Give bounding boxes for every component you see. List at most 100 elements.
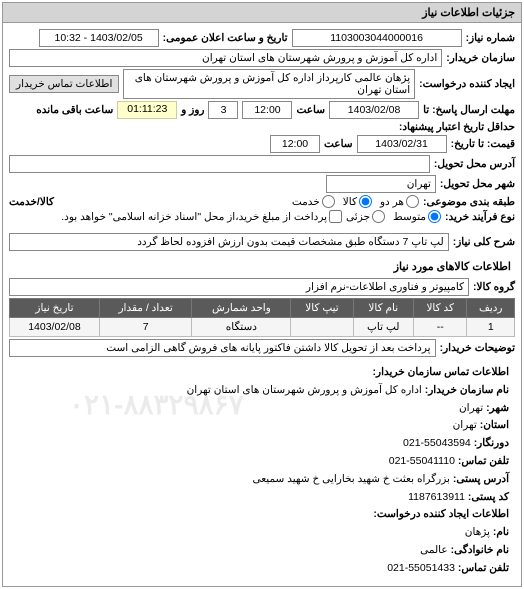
contact-postcode-label: کد پستی: — [468, 491, 509, 503]
creator-phone-line: تلفن تماس: 55051433-021 — [15, 560, 509, 577]
goods-section-title: اطلاعات کالاهای مورد نیاز — [9, 257, 515, 276]
row-buyer-org: سازمان خریدار: اداره کل آموزش و پرورش شه… — [9, 49, 515, 67]
creator-family-value: عالمی — [420, 544, 448, 556]
contact-city-label: شهر: — [486, 402, 509, 414]
contact-block: ۰۲۱-۸۸۳۲۹۸۶۷ اطلاعات تماس سازمان خریدار:… — [9, 359, 515, 582]
contact-postal-line: آدرس پستی: بزرگراه بعثت خ شهید بخارایی خ… — [15, 471, 509, 488]
payment-checkbox[interactable]: پرداخت از مبلغ خرید،از محل "اسناد خزانه … — [61, 210, 342, 223]
classification-radios: هر دو کالا خدمت — [292, 195, 419, 208]
radio-mid-label: متوسط — [393, 211, 426, 223]
contact-phone-value: 55041110-021 — [389, 455, 455, 467]
row-requester: ایجاد کننده درخواست: پژهان عالمی کارپردا… — [9, 69, 515, 99]
buyer-org-label: سازمان خریدار: — [446, 52, 515, 64]
reply-deadline-label: مهلت ارسال پاسخ: تا — [423, 104, 515, 116]
creator-phone-label: تلفن تماس: — [458, 562, 509, 574]
creator-section-title: اطلاعات ایجاد کننده درخواست: — [15, 506, 509, 523]
delivery-addr-label: آدرس محل تحویل: — [434, 158, 515, 170]
radio-small[interactable]: جزئی — [346, 210, 385, 223]
creator-name-line: نام: پژهان — [15, 524, 509, 541]
desc-value: لپ تاپ 7 دستگاه طبق مشخصات قیمت بدون ارز… — [9, 233, 449, 251]
contact-postcode-line: کد پستی: 1187613911 — [15, 489, 509, 506]
contact-postcode-value: 1187613911 — [408, 491, 465, 503]
contact-info-button[interactable]: اطلاعات تماس خریدار — [9, 75, 119, 93]
classification-label: طبقه بندی موضوعی: — [423, 196, 515, 208]
row-price-until: قیمت: تا تاریخ: 1403/02/31 ساعت 12:00 — [9, 135, 515, 153]
price-type-label: نوع فرآیند خرید: — [445, 211, 515, 223]
contact-postal-value: بزرگراه بعثت خ شهید بخارایی خ شهید سمیعی — [252, 473, 450, 485]
announce-datetime-label: تاریخ و ساعت اعلان عمومی: — [163, 32, 288, 44]
panel-title: جزئیات اطلاعات نیاز — [3, 3, 521, 23]
radio-goods[interactable]: کالا — [343, 195, 372, 208]
days-value: 3 — [208, 101, 238, 119]
row-buyer-notes: توضیحات خریدار: پرداخت بعد از تحویل کالا… — [9, 339, 515, 357]
goods-service-label: کالا/خدمت — [9, 196, 54, 208]
desc-label: شرح کلی نیاز: — [453, 236, 515, 248]
creator-phone-value: 55051433-021 — [387, 562, 455, 574]
contact-org-label: نام سازمان خریدار: — [425, 384, 509, 396]
th-date: تاریخ نیاز — [10, 299, 100, 318]
price-until-time-label: ساعت — [324, 138, 353, 150]
goods-group-label: گروه کالا: — [473, 281, 515, 293]
delivery-city-label: شهر محل تحویل: — [440, 178, 515, 190]
announce-datetime-value: 1403/02/05 - 10:32 — [39, 29, 159, 47]
th-row: ردیف — [467, 299, 515, 318]
table-row: 1 -- لپ تاپ دستگاه 7 1403/02/08 — [10, 318, 515, 337]
contact-province-label: استان: — [480, 419, 509, 431]
contact-phone-line: تلفن تماس: 55041110-021 — [15, 453, 509, 470]
requester-label: ایجاد کننده درخواست: — [419, 78, 515, 90]
days-label: روز و — [181, 104, 204, 116]
td-unit: دستگاه — [192, 318, 291, 337]
need-number-value: 1103003044000016 — [292, 29, 462, 47]
creator-family-line: نام خانوادگی: عالمی — [15, 542, 509, 559]
details-panel: جزئیات اطلاعات نیاز شماره نیاز: 11030030… — [2, 2, 522, 587]
price-until-date: 1403/02/31 — [357, 135, 447, 153]
radio-service[interactable]: خدمت — [292, 195, 335, 208]
contact-section-title: اطلاعات تماس سازمان خریدار: — [15, 364, 509, 381]
reply-time-value: 12:00 — [242, 101, 292, 119]
th-unit: واحد شمارش — [192, 299, 291, 318]
td-date: 1403/02/08 — [10, 318, 100, 337]
remaining-label: ساعت باقی مانده — [36, 104, 113, 116]
row-need-number: شماره نیاز: 1103003044000016 تاریخ و ساع… — [9, 29, 515, 47]
contact-fax-value: 55043594-021 — [403, 437, 471, 449]
creator-name-label: نام: — [493, 526, 509, 538]
validity-label: حداقل تاریخ اعتبار پیشنهاد: — [399, 121, 515, 133]
time-remaining-value: 01:11:23 — [117, 101, 177, 119]
radio-both[interactable]: هر دو — [380, 195, 419, 208]
delivery-city-value: تهران — [326, 175, 436, 193]
requester-value: پژهان عالمی کارپرداز اداره کل آموزش و پر… — [123, 69, 415, 99]
th-type: تیپ کالا — [291, 299, 353, 318]
td-code: -- — [414, 318, 467, 337]
row-delivery-city: شهر محل تحویل: تهران — [9, 175, 515, 193]
td-row: 1 — [467, 318, 515, 337]
delivery-addr-value — [9, 155, 430, 173]
need-number-label: شماره نیاز: — [466, 32, 515, 44]
contact-province-line: استان: تهران — [15, 417, 509, 434]
contact-fax-label: دورنگار: — [474, 437, 509, 449]
radio-mid[interactable]: متوسط — [393, 210, 441, 223]
buyer-notes-label: توضیحات خریدار: — [440, 342, 515, 354]
contact-phone-label: تلفن تماس: — [458, 455, 509, 467]
radio-service-label: خدمت — [292, 196, 320, 208]
price-until-time: 12:00 — [270, 135, 320, 153]
contact-org-line: نام سازمان خریدار: اداره کل آموزش و پرور… — [15, 382, 509, 399]
creator-name-value: پژهان — [465, 526, 490, 538]
buyer-org-value: اداره کل آموزش و پرورش شهرستان های استان… — [9, 49, 442, 67]
contact-province-value: تهران — [453, 419, 477, 431]
row-price-type: نوع فرآیند خرید: متوسط جزئی پرداخت از مب… — [9, 210, 515, 223]
table-header-row: ردیف کد کالا نام کالا تیپ کالا واحد شمار… — [10, 299, 515, 318]
row-reply-deadline: مهلت ارسال پاسخ: تا 1403/02/08 ساعت 12:0… — [9, 101, 515, 119]
td-type — [291, 318, 353, 337]
panel-body: شماره نیاز: 1103003044000016 تاریخ و ساع… — [3, 23, 521, 586]
radio-small-label: جزئی — [346, 211, 370, 223]
row-delivery-addr: آدرس محل تحویل: — [9, 155, 515, 173]
radio-goods-label: کالا — [343, 196, 357, 208]
goods-group-value: کامپیوتر و فناوری اطلاعات-نرم افزار — [9, 278, 469, 296]
contact-city-value: تهران — [459, 402, 483, 414]
buyer-notes-value: پرداخت بعد از تحویل کالا داشتن فاکتور پا… — [9, 339, 436, 357]
price-type-radios: متوسط جزئی — [346, 210, 441, 223]
row-validity: حداقل تاریخ اعتبار پیشنهاد: — [9, 121, 515, 133]
reply-time-label: ساعت — [296, 104, 325, 116]
row-description: شرح کلی نیاز: لپ تاپ 7 دستگاه طبق مشخصات… — [9, 233, 515, 251]
payment-note: پرداخت از مبلغ خرید،از محل "اسناد خزانه … — [61, 211, 327, 223]
